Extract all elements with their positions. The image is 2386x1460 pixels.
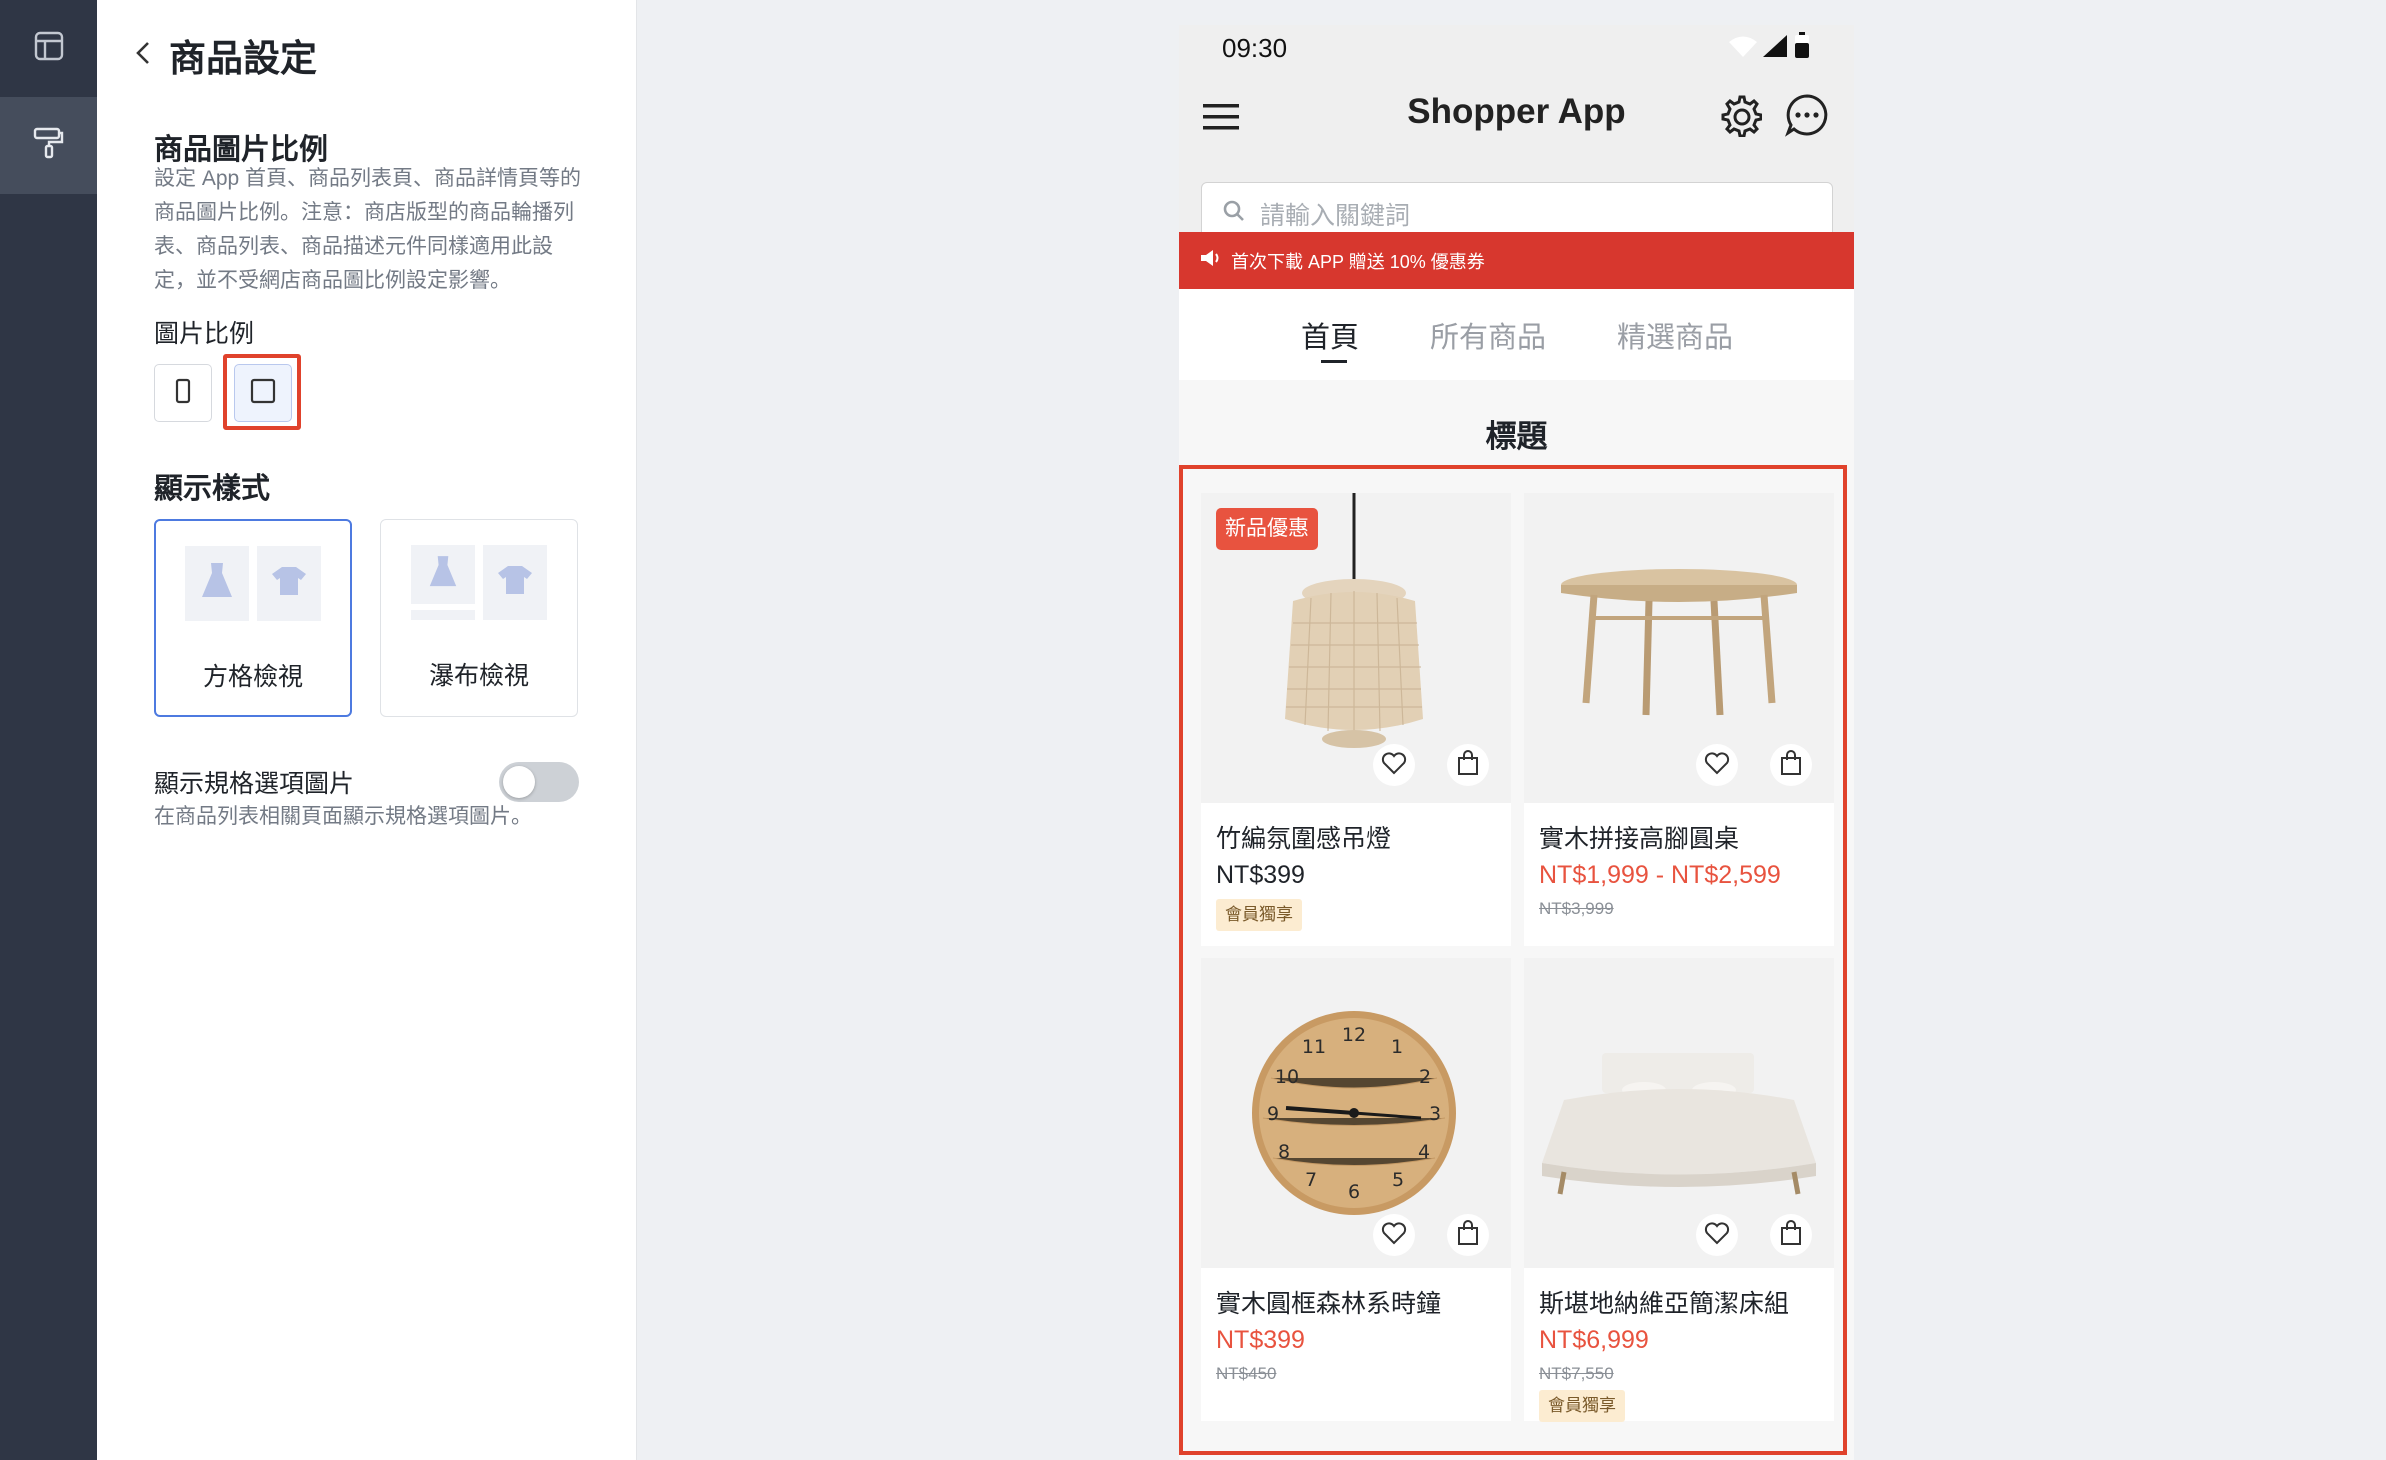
dress-thumbnail [411, 545, 475, 604]
dress-icon [200, 561, 234, 606]
rail-item-design[interactable] [0, 97, 97, 194]
paint-roller-icon [32, 126, 66, 165]
layout-icon [34, 31, 64, 66]
product-grid-highlight [1179, 465, 1847, 1455]
status-time: 09:30 [1222, 33, 1288, 63]
waterfall-view-option[interactable]: 瀑布檢視 [380, 519, 578, 717]
left-rail [0, 0, 97, 1460]
toggle-knob [503, 766, 535, 798]
chat-icon[interactable] [1784, 93, 1829, 142]
signal-icon [1761, 33, 1789, 64]
tab-all-products[interactable]: 所有商品 [1430, 314, 1546, 356]
variant-image-toggle[interactable] [499, 762, 579, 802]
status-bar: 09:30 [1179, 25, 1854, 75]
waterfall-view-label: 瀑布檢視 [428, 662, 529, 690]
grid-view-label: 方格檢視 [202, 663, 303, 691]
highlight-frame [223, 354, 301, 430]
tab-home-label: 首頁 [1301, 322, 1360, 354]
tab-featured[interactable]: 精選商品 [1617, 314, 1733, 356]
shirt-thumbnail [257, 546, 321, 621]
back-button[interactable] [131, 35, 155, 75]
gear-icon[interactable] [1718, 93, 1763, 142]
portrait-ratio-button[interactable] [154, 364, 212, 422]
tab-bar: 首頁 所有商品 精選商品 [1179, 289, 1854, 380]
megaphone-icon [1199, 248, 1221, 273]
tab-indicator [1321, 360, 1347, 363]
ratio-label: 圖片比例 [154, 320, 255, 348]
variant-image-label: 顯示規格選項圖片 [154, 770, 355, 798]
search-placeholder: 請輸入關鍵詞 [1260, 201, 1411, 230]
portrait-rect-icon [175, 378, 191, 409]
display-section-title: 顯示樣式 [154, 473, 271, 505]
variant-image-description: 在商品列表相關頁面顯示規格選項圖片。 [154, 805, 532, 828]
shirt-icon [270, 565, 308, 602]
settings-panel: 商品設定 商品圖片比例 設定 App 首頁、商品列表頁、商品詳情頁等的商品圖片比… [97, 0, 637, 1460]
rail-item-layout[interactable] [0, 0, 97, 97]
shirt-thumbnail [483, 545, 547, 620]
search-icon [1222, 199, 1246, 228]
shirt-icon [496, 564, 534, 601]
dress-icon [428, 554, 458, 595]
grid-view-option[interactable]: 方格檢視 [154, 519, 352, 717]
banner-text: 首次下載 APP 贈送 10% 優惠券 [1231, 251, 1485, 272]
wifi-icon [1728, 35, 1758, 64]
battery-icon [1794, 31, 1810, 64]
page-title: 商品設定 [169, 38, 317, 79]
dress-thumbnail [185, 546, 249, 621]
section-heading: 標題 [1485, 419, 1548, 454]
waterfall-strip [411, 610, 475, 620]
announcement-banner[interactable]: 首次下載 APP 贈送 10% 優惠券 [1179, 232, 1854, 289]
app-bar: Shopper App [1179, 75, 1854, 160]
chevron-left-icon [135, 40, 151, 71]
ratio-section-description: 設定 App 首頁、商品列表頁、商品詳情頁等的商品圖片比例。注意：商店版型的商品… [154, 167, 582, 292]
tab-home[interactable]: 首頁 [1301, 314, 1360, 363]
panel-header: 商品設定 [131, 28, 317, 82]
